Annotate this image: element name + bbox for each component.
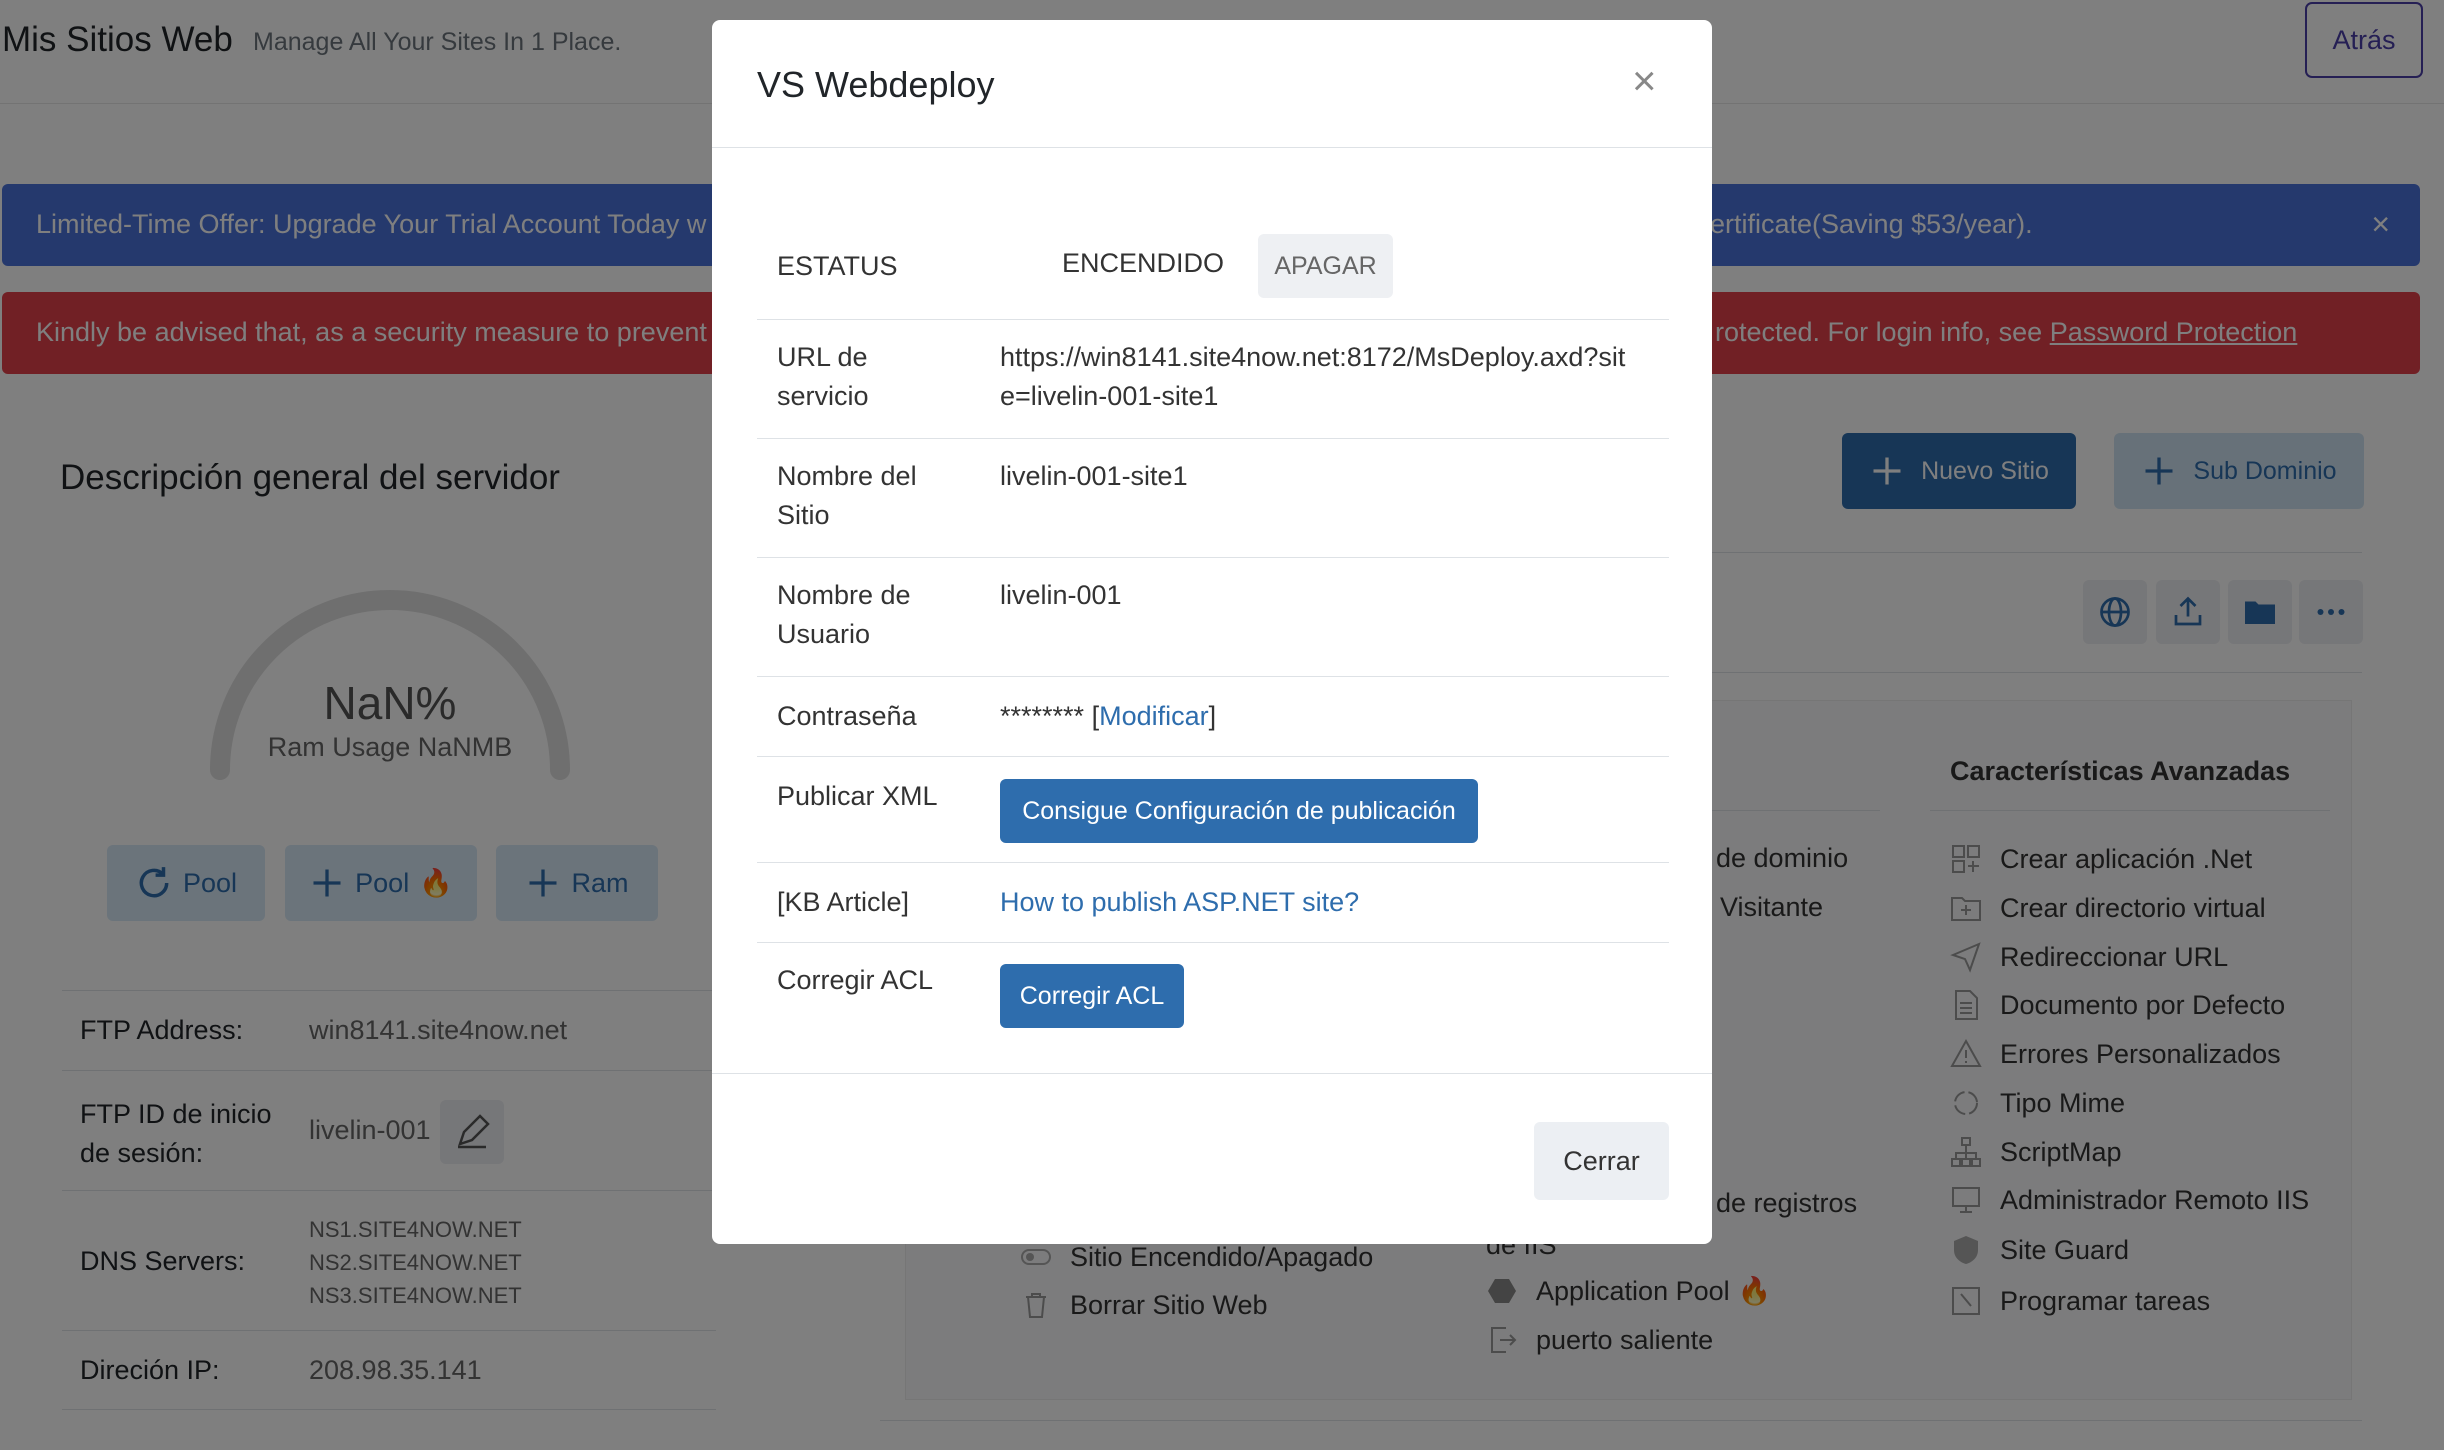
- username-value: livelin-001: [1000, 580, 1122, 610]
- publish-xml-label: Publicar XML: [777, 781, 938, 811]
- username-row: Nombre de Usuario livelin-001: [757, 558, 1669, 677]
- fix-acl-row: Corregir ACL Corregir ACL: [757, 943, 1669, 1049]
- fix-acl-label: Corregir ACL: [777, 965, 934, 995]
- kb-article-link[interactable]: How to publish ASP.NET site?: [1000, 883, 1359, 922]
- site-name-row: Nombre del Sitio livelin-001-site1: [757, 439, 1669, 558]
- publish-xml-row: Publicar XML Consigue Configuración de p…: [757, 757, 1669, 863]
- username-label-2: Usuario: [777, 619, 871, 649]
- close-button[interactable]: Cerrar: [1534, 1122, 1669, 1200]
- password-value: ********: [1000, 701, 1085, 731]
- kb-article-label: [KB Article]: [777, 887, 910, 917]
- site-name-label-2: Sitio: [777, 500, 830, 530]
- service-url-value: https://win8141.site4now.net:8172/MsDepl…: [1000, 342, 1626, 372]
- turn-off-button[interactable]: APAGAR: [1258, 234, 1393, 298]
- kb-article-row: [KB Article] How to publish ASP.NET site…: [757, 863, 1669, 943]
- modal-header: VS Webdeploy ×: [712, 20, 1712, 148]
- modal-title: VS Webdeploy: [757, 64, 995, 105]
- service-url-label-2: servicio: [777, 381, 869, 411]
- fix-acl-button[interactable]: Corregir ACL: [1000, 964, 1184, 1028]
- modify-password-link[interactable]: Modificar: [1099, 701, 1209, 731]
- password-row: Contraseña ******** [Modificar]: [757, 677, 1669, 757]
- modal-footer: [712, 1073, 1712, 1074]
- webdeploy-modal: VS Webdeploy × ESTATUS ENCENDIDO APAGAR …: [712, 20, 1712, 1244]
- close-icon[interactable]: ×: [1632, 60, 1657, 102]
- service-url-label: URL de: [777, 342, 868, 372]
- status-value: ENCENDIDO: [1062, 248, 1225, 278]
- password-label: Contraseña: [777, 701, 917, 731]
- site-name-label: Nombre del: [777, 461, 917, 491]
- site-name-value: livelin-001-site1: [1000, 461, 1188, 491]
- username-label: Nombre de: [777, 580, 911, 610]
- status-label: ESTATUS: [777, 251, 898, 281]
- service-url-value-2: e=livelin-001-site1: [1000, 381, 1219, 411]
- get-publish-settings-button[interactable]: Consigue Configuración de publicación: [1000, 779, 1478, 843]
- service-url-row: URL de servicio https://win8141.site4now.…: [757, 320, 1669, 439]
- status-row: ESTATUS ENCENDIDO APAGAR: [757, 212, 1669, 320]
